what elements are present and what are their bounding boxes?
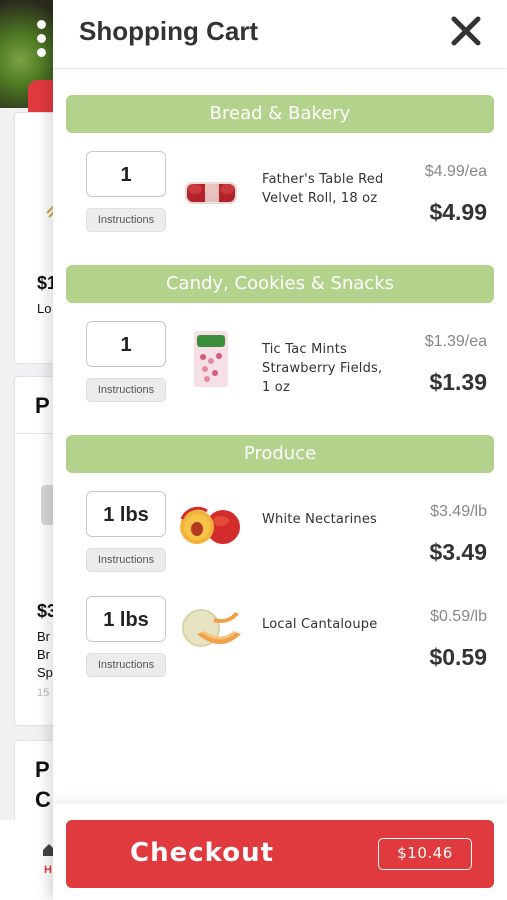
item-price: $1.39	[429, 369, 487, 395]
unit-price: $4.99/ea	[424, 163, 487, 180]
unit-price: $0.59/lb	[430, 608, 487, 625]
item-name: White Nectarines	[262, 512, 378, 527]
background-small-text: 15	[37, 687, 50, 699]
section-header-produce: Produce	[66, 435, 494, 473]
background-heading: P	[35, 393, 50, 418]
cart-footer: Checkout $10.46	[53, 804, 507, 900]
cart-total-badge: $10.46	[378, 838, 472, 870]
section-header-candy-cookies-snacks: Candy, Cookies & Snacks	[66, 265, 494, 303]
background-heading: C	[35, 787, 51, 812]
cantaloupe-image	[177, 604, 245, 654]
cart-header: Shopping Cart	[53, 0, 507, 69]
cart-item: 1 Instructions Tic Tac Mints Strawberry …	[53, 321, 507, 421]
checkout-label: Checkout	[130, 838, 275, 868]
cart-item: 1 lbs Instructions White Nectarines $3.4…	[53, 491, 507, 591]
red-velvet-roll-image	[177, 159, 245, 209]
item-price: $4.99	[429, 199, 487, 225]
shopping-cart-panel: Shopping Cart Bread & Bakery 1 Instructi…	[53, 0, 507, 900]
item-name: Tic Tac Mints Strawberry Fields, 1 oz	[262, 342, 383, 395]
quantity-field[interactable]: 1 lbs	[86, 596, 166, 642]
background-line: Br	[37, 647, 50, 662]
quantity-field[interactable]: 1	[86, 151, 166, 197]
section-header-bread-bakery: Bread & Bakery	[66, 95, 494, 133]
quantity-field[interactable]: 1	[86, 321, 166, 367]
unit-price: $3.49/lb	[430, 503, 487, 520]
item-price: $3.49	[429, 539, 487, 565]
nectarines-image	[177, 499, 245, 549]
close-icon[interactable]	[449, 14, 483, 48]
background-line: Br	[37, 629, 50, 644]
instructions-button[interactable]: Instructions	[86, 208, 166, 232]
item-name: Local Cantaloupe	[262, 617, 378, 632]
unit-price: $1.39/ea	[424, 333, 487, 350]
cart-title: Shopping Cart	[79, 16, 259, 46]
quantity-field[interactable]: 1 lbs	[86, 491, 166, 537]
background-text: Lo	[37, 301, 52, 316]
more-menu-icon[interactable]	[36, 20, 48, 62]
instructions-button[interactable]: Instructions	[86, 653, 166, 677]
item-name: Father's Table Red Velvet Roll, 18 oz	[262, 172, 384, 206]
cart-item: 1 lbs Instructions Local Cantaloupe $0.5…	[53, 596, 507, 696]
instructions-button[interactable]: Instructions	[86, 378, 166, 402]
tic-tac-pack-image	[177, 329, 245, 387]
nav-home-label[interactable]: H	[44, 864, 52, 876]
instructions-button[interactable]: Instructions	[86, 548, 166, 572]
cart-item: 1 Instructions Father's Table Red Velvet…	[53, 151, 507, 251]
checkout-button[interactable]: Checkout $10.46	[66, 820, 494, 888]
bottom-nav: H	[0, 820, 60, 900]
background-line: Sp	[37, 665, 53, 680]
background-heading: P	[35, 757, 50, 782]
item-price: $0.59	[429, 644, 487, 670]
